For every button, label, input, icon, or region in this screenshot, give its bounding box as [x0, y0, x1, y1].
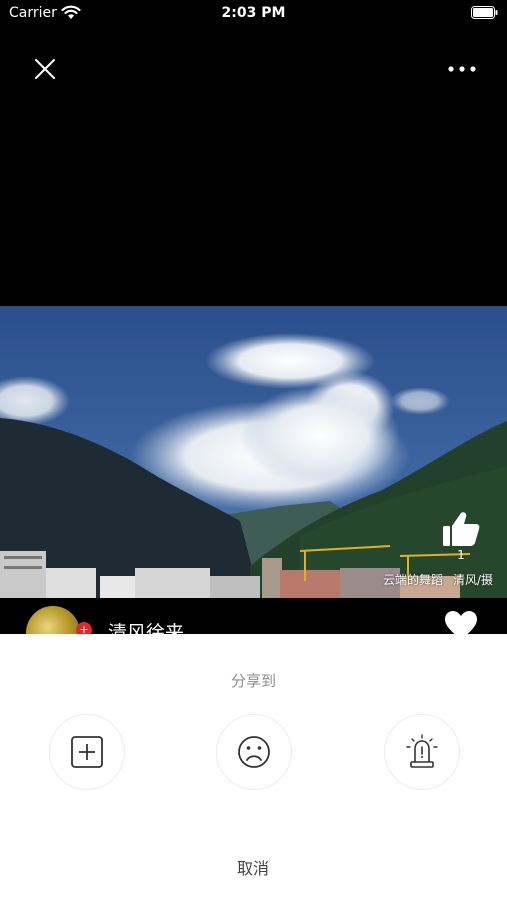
close-icon[interactable] — [30, 54, 60, 84]
share-sheet: 分享到 取消 — [0, 634, 507, 900]
more-dots-icon[interactable] — [445, 57, 479, 81]
photo-image — [0, 306, 507, 598]
landscape-photo[interactable] — [0, 306, 507, 598]
status-time: 2:03 PM — [221, 5, 286, 21]
screen: Carrier 2:03 PM 1 云端的舞蹈 清风/摄 + 清风徐来 分享到 … — [0, 0, 507, 900]
sad-face-icon — [238, 736, 270, 768]
author-row: + 清风徐来 — [0, 598, 507, 660]
share-option-dislike[interactable] — [216, 714, 292, 790]
share-option-add[interactable] — [49, 714, 125, 790]
share-title: 分享到 — [230, 672, 276, 690]
like-count: 1 — [457, 548, 465, 562]
status-bar: Carrier 2:03 PM — [0, 0, 507, 28]
caption-author: 清风/摄 — [452, 573, 493, 587]
cancel-button[interactable]: 取消 — [203, 854, 303, 884]
alarm-siren-icon — [406, 734, 438, 768]
add-square-icon — [71, 736, 103, 768]
photo-caption: 云端的舞蹈 清风/摄 — [383, 571, 493, 588]
share-option-report[interactable] — [384, 714, 460, 790]
thumbs-up-icon[interactable] — [441, 510, 481, 548]
like-group: 1 — [440, 510, 482, 562]
battery-icon — [471, 6, 498, 19]
caption-title: 云端的舞蹈 — [382, 573, 443, 587]
